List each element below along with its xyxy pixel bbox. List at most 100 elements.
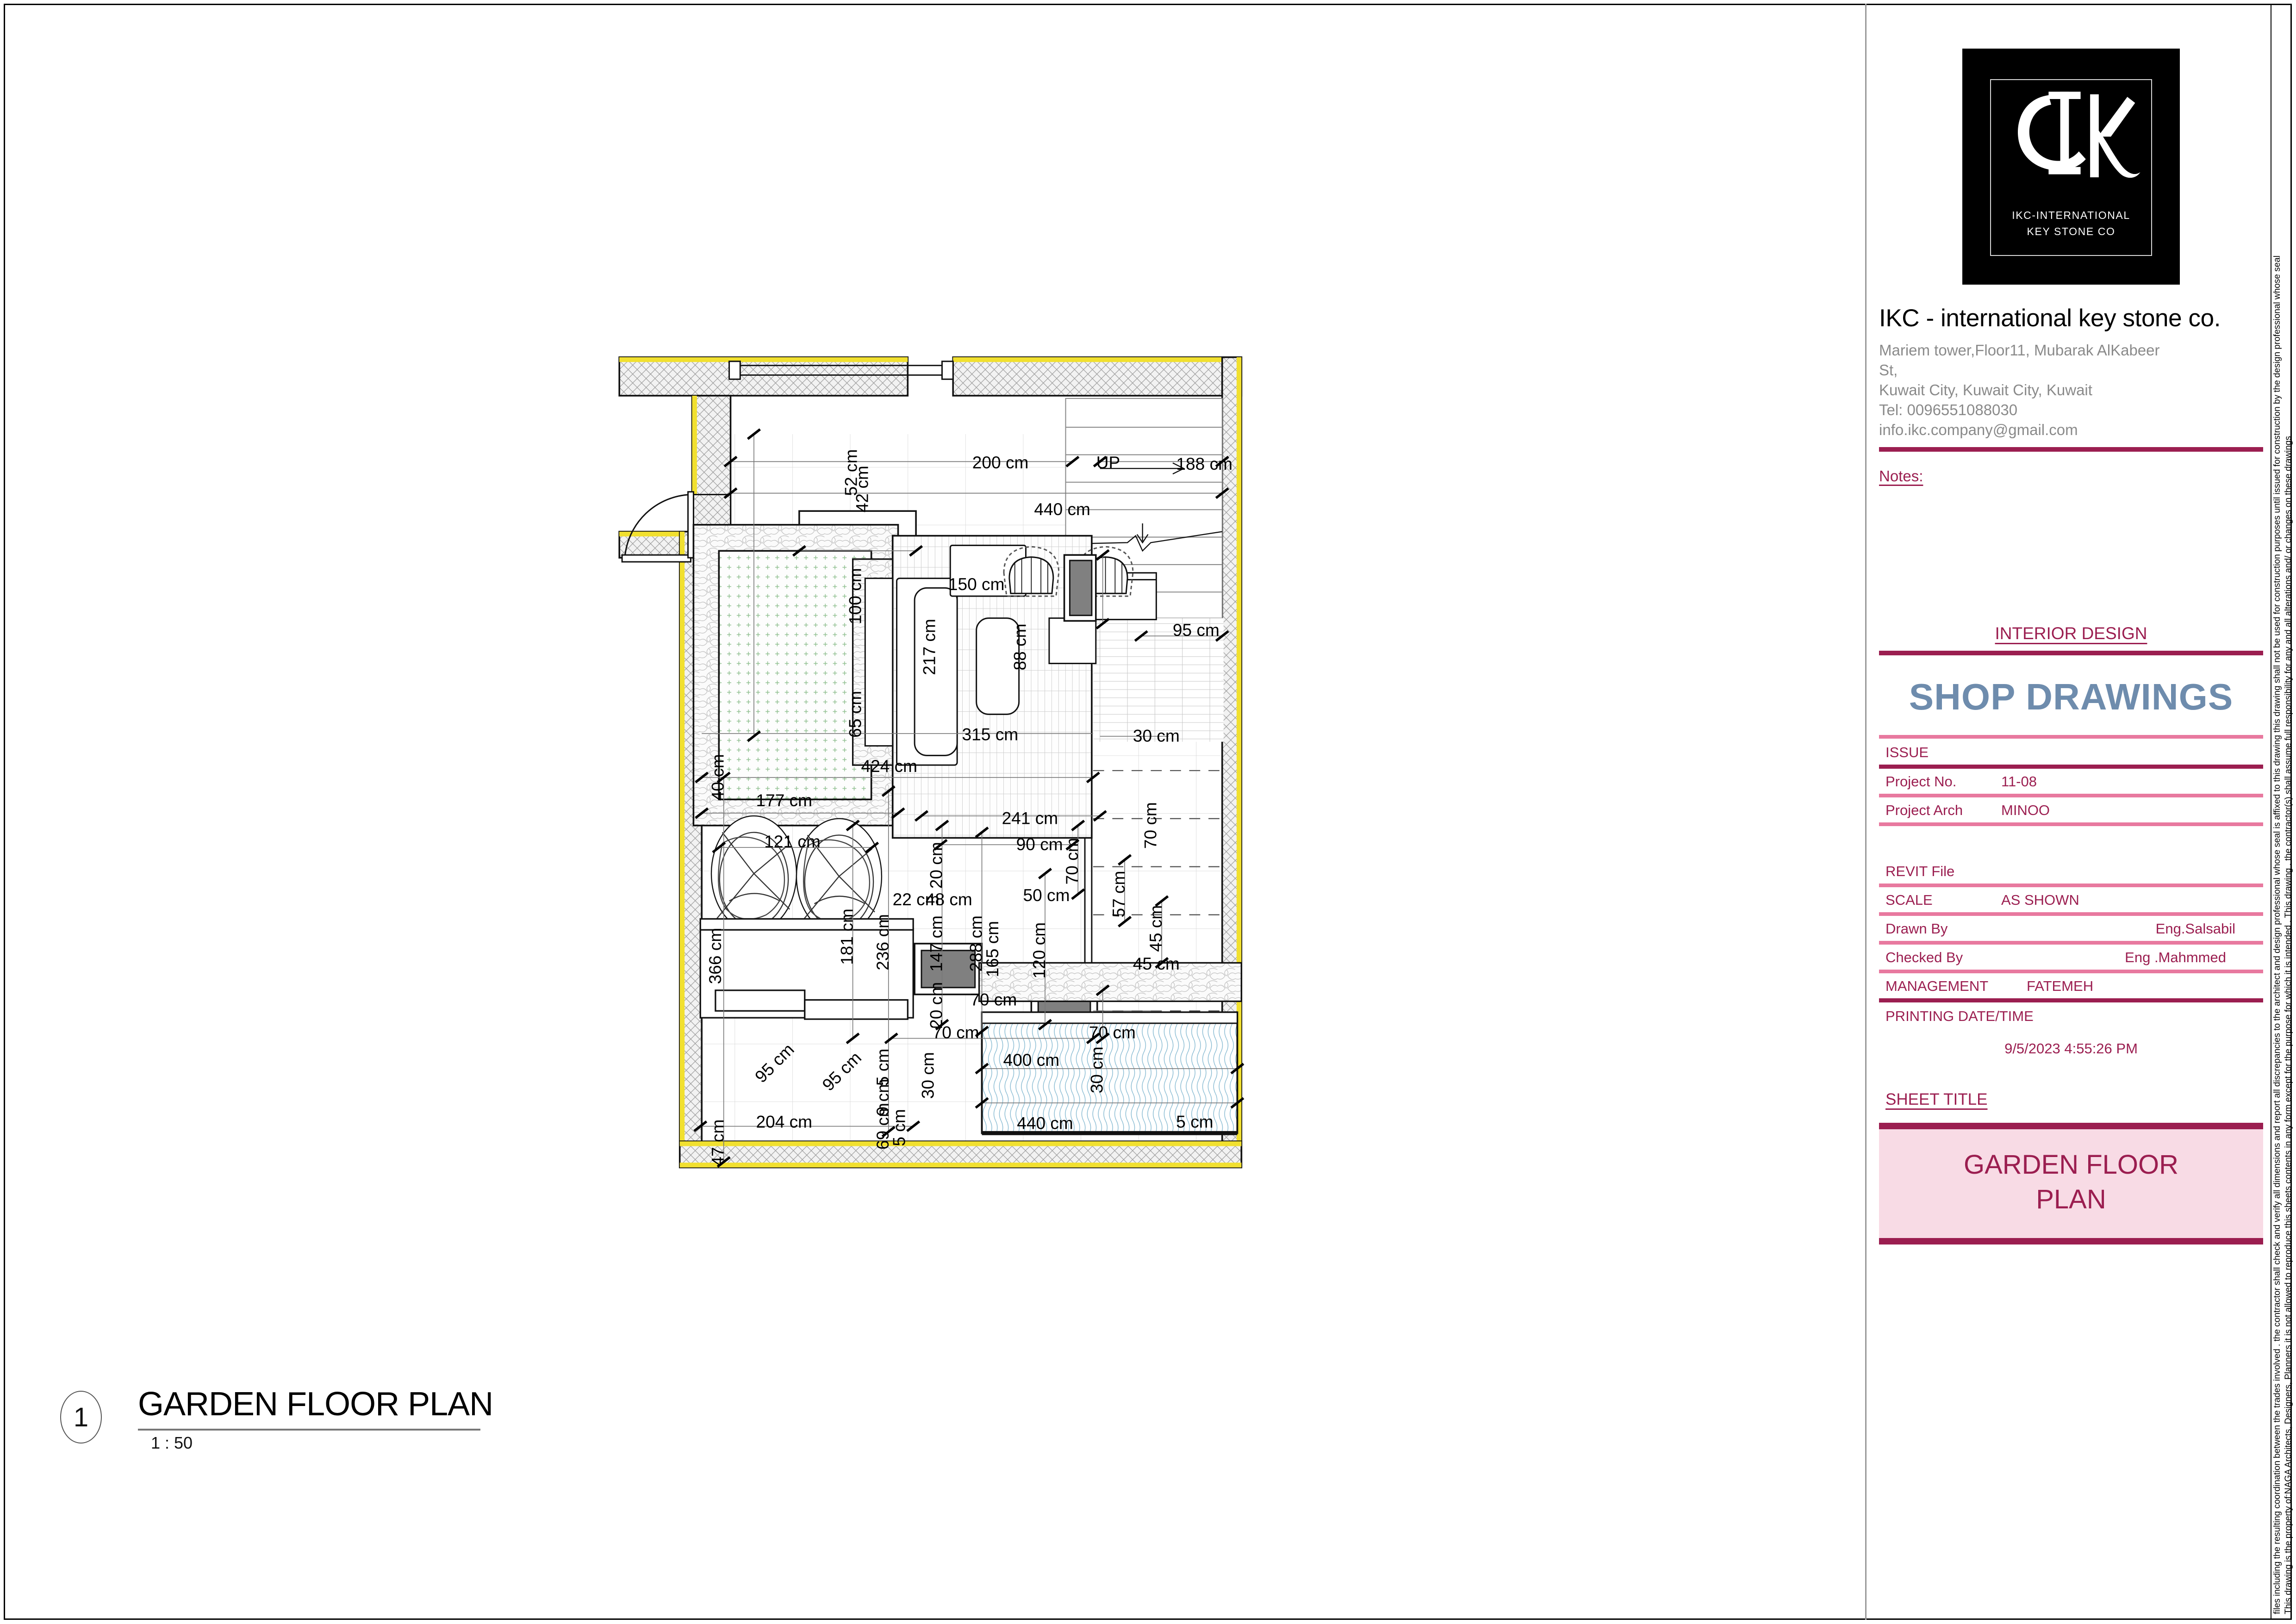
dimension-label: 204 cm [756, 1112, 812, 1131]
logo-caption-line-2: KEY STONE CO [2027, 225, 2116, 237]
step-block-top [1063, 554, 1097, 622]
printing-datetime-label: PRINTING DATE/TIME [1885, 1008, 2034, 1025]
address-line-1: Mariem tower,Floor11, Mubarak AlKabeer [1879, 342, 2160, 359]
sheet-title-line-2: PLAN [2036, 1184, 2106, 1214]
pool-coping-band [978, 962, 1242, 1002]
project-arch-row: Project Arch MINOO [1879, 797, 2263, 822]
legal-disclaimer-column: This drawing is the property of:NAGA Arc… [2271, 5, 2294, 1618]
dimension-label: 65 cm [845, 691, 865, 738]
ikc-monogram-icon [1991, 86, 2151, 185]
divider-rule [1879, 794, 2263, 798]
revit-file-row: REVIT File [1879, 859, 2263, 884]
dimension-label: 88 cm [1010, 623, 1029, 670]
sheet-title-line-1: GARDEN FLOOR [1963, 1150, 2179, 1180]
address-line-3: Kuwait City, Kuwait City, Kuwait [1879, 381, 2092, 398]
divider-rule [1879, 941, 2263, 945]
company-address: Mariem tower,Floor11, Mubarak AlKabeer S… [1879, 341, 2263, 440]
dimension-label: 95 cm [1173, 620, 1220, 640]
dimension-label: 400 cm [1003, 1050, 1060, 1070]
company-email: info.ikc.company@gmail.com [1879, 421, 2078, 438]
drawn-by-row: Drawn By Eng.Salsabil [1879, 916, 2263, 941]
divider-rule [1879, 447, 2263, 452]
dimension-label: 70 cm [1140, 802, 1160, 849]
divider-rule [1879, 912, 2263, 916]
divider-rule [1879, 651, 2263, 656]
project-no-row: Project No. 11-08 [1879, 769, 2263, 794]
dimension-label: 217 cm [920, 619, 939, 675]
notes-heading: Notes: [1879, 467, 1923, 485]
dimension-label: 70 cm [1062, 838, 1082, 884]
checked-by-row: Checked By Eng .Mahmmed [1879, 945, 2263, 970]
title-block: IKC-INTERNATIONAL KEY STONE CO IKC - int… [1879, 5, 2263, 1244]
dimension-label: 147 cm [926, 915, 946, 972]
sheet-title-heading: SHEET TITLE [1885, 1090, 1988, 1109]
divider-rule [1879, 998, 2263, 1003]
dimension-label: 30 cm [918, 1052, 938, 1099]
dimension-label: 241 cm [1002, 809, 1058, 828]
divider-rule [1879, 765, 2263, 769]
dimension-label: 5 cm [1176, 1112, 1213, 1131]
logo-caption: IKC-INTERNATIONAL KEY STONE CO [1991, 207, 2151, 239]
company-name: IKC - international key stone co. [1879, 305, 2221, 332]
sheet-title-box: GARDEN FLOOR PLAN [1879, 1123, 2263, 1244]
printing-datetime-value: 9/5/2023 4:55:26 PM [2004, 1040, 2138, 1057]
dimension-label: 20 cm [926, 982, 946, 1029]
logo-frame: IKC-INTERNATIONAL KEY STONE CO [1990, 79, 2152, 256]
legal-text-line-1: This drawing is the property of:NAGA Arc… [2284, 436, 2293, 1614]
dimension-label: 120 cm [1029, 922, 1049, 979]
dimension-label: 177 cm [756, 790, 812, 810]
management-label: MANAGEMENT [1885, 978, 1989, 995]
legal-text-line-2: files including the resulting coordinati… [2272, 255, 2282, 1614]
caption-underline [138, 1429, 480, 1431]
plan-caption-scale: 1 : 50 [151, 1433, 193, 1452]
dimension-label: 70 cm [933, 1023, 979, 1042]
dimension-label: 188 cm [1176, 454, 1232, 473]
dimension-label: 20 cm [926, 842, 946, 889]
dimension-label: 57 cm [1109, 871, 1128, 918]
checked-by-value: Eng .Mahmmed [2125, 949, 2226, 966]
dimension-label: 440 cm [1034, 499, 1090, 519]
issue-label: ISSUE [1885, 744, 1929, 761]
management-value: FATEMEH [2027, 978, 2094, 995]
dimension-label: 424 cm [861, 756, 917, 776]
drawn-by-label: Drawn By [1885, 921, 1948, 937]
dimension-label: 366 cm [705, 928, 725, 984]
dimension-label: 121 cm [764, 832, 821, 851]
dimension-label: 45 cm [1146, 905, 1165, 952]
dimension-label: 70 cm [1089, 1023, 1136, 1042]
dimension-label: 40 cm [708, 754, 728, 801]
plan-caption-title: GARDEN FLOOR PLAN [138, 1386, 493, 1423]
dimension-label: 70 cm [970, 989, 1017, 1009]
project-arch-value: MINOO [2001, 802, 2050, 819]
dimension-label: 150 cm [948, 574, 1005, 594]
dimension-label: 30 cm [1133, 726, 1180, 746]
revit-file-label: REVIT File [1885, 863, 1955, 880]
dimension-label: 50 cm [1023, 885, 1070, 905]
dimension-label: 165 cm [983, 921, 1002, 977]
dimension-label: 200 cm [972, 453, 1029, 472]
side-table-45x45 [1048, 617, 1097, 665]
scale-label: SCALE [1885, 892, 1933, 908]
company-logo: IKC-INTERNATIONAL KEY STONE CO [1962, 49, 2180, 285]
plan-caption: 1 GARDEN FLOOR PLAN 1 : 50 [60, 1377, 569, 1456]
dimension-label: 315 cm [962, 725, 1019, 744]
divider-rule [1879, 884, 2263, 888]
divider-rule [1879, 970, 2263, 974]
company-telephone: Tel: 0096551088030 [1879, 401, 2018, 418]
document-type-heading: SHOP DRAWINGS [1909, 676, 2234, 718]
dimension-label: 45 cm [1133, 954, 1180, 973]
dimension-label: 30 cm [1087, 1046, 1107, 1093]
dimension-label: 100 cm [845, 568, 865, 624]
drawn-by-value: Eng.Salsabil [2155, 921, 2235, 937]
scale-value: AS SHOWN [2001, 892, 2079, 908]
divider-rule [1879, 822, 2263, 827]
divider-rule [1879, 735, 2263, 739]
dimension-label: 181 cm [837, 908, 857, 965]
project-no-value: 11-08 [2001, 773, 2037, 790]
dimension-label: 236 cm [873, 914, 892, 971]
checked-by-label: Checked By [1885, 949, 1963, 966]
dimension-label: 5 cm [889, 1109, 908, 1146]
discipline-heading: INTERIOR DESIGN [1995, 624, 2147, 643]
logo-caption-line-1: IKC-INTERNATIONAL [2012, 209, 2130, 221]
project-no-label: Project No. [1885, 773, 1957, 790]
